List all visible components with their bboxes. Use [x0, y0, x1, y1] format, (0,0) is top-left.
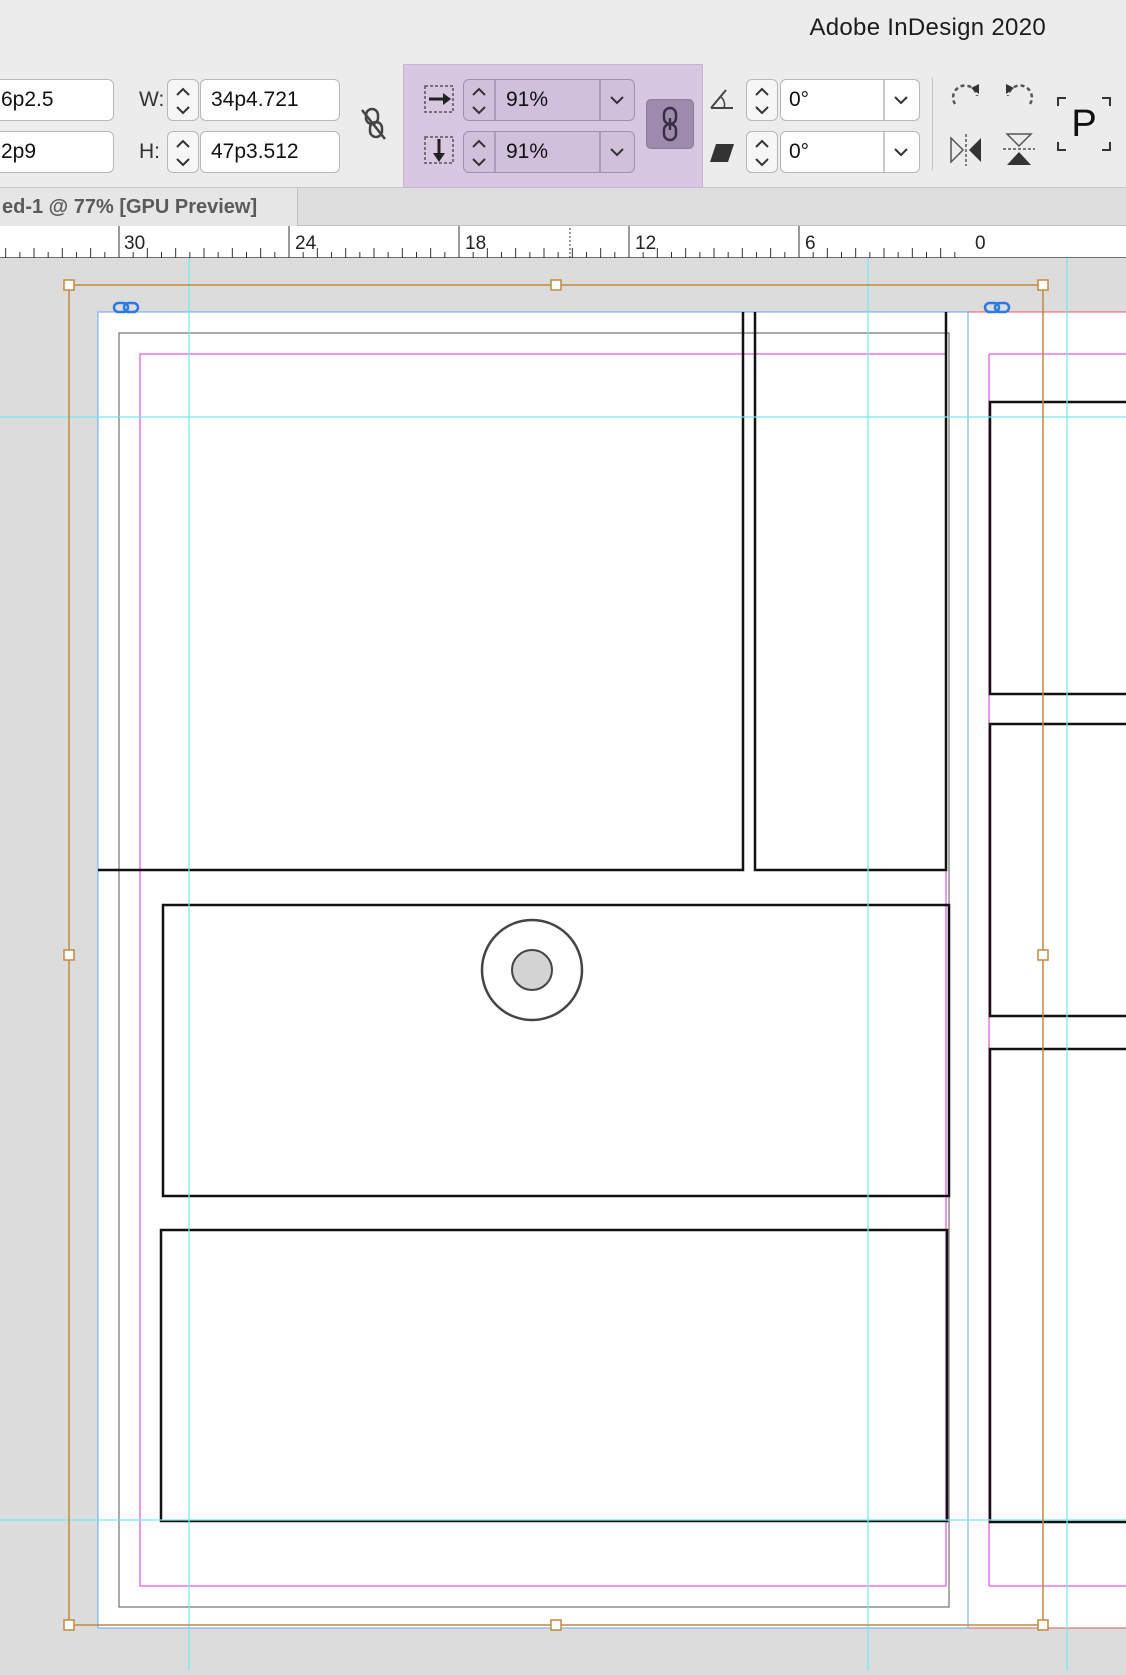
content-grabber-center [511, 949, 553, 991]
selection-handle[interactable] [550, 279, 562, 291]
stepper-arrows-icon [472, 132, 496, 172]
selection-handle[interactable] [1037, 279, 1049, 291]
shear-button [708, 138, 738, 168]
flip-vertical-button[interactable] [1000, 130, 1038, 170]
chevron-down-icon[interactable] [599, 80, 635, 120]
scale-y-button[interactable] [423, 133, 457, 169]
rotate-clockwise-icon [951, 84, 979, 105]
scale-y-icon [424, 136, 454, 164]
selection-handle[interactable] [63, 1619, 75, 1631]
flip-horizontal-icon [950, 134, 981, 166]
shear-icon [710, 144, 734, 162]
document-tab[interactable]: ed-1 @ 77% [GPU Preview] [0, 188, 298, 226]
app-title: Adobe InDesign 2020 [809, 14, 1046, 41]
frame-link-icon[interactable] [112, 301, 140, 314]
chevron-down-icon[interactable] [883, 80, 919, 120]
rotate-angle-button [708, 84, 738, 114]
height-field[interactable]: 47p3.512 [200, 131, 340, 173]
rotate-counterclockwise-button[interactable] [1000, 78, 1038, 118]
frame-link-icon[interactable] [983, 301, 1011, 314]
scale-x-icon [424, 85, 454, 113]
selection-handle[interactable] [1037, 949, 1049, 961]
ruler-marks: 30 24 18 12 6 0 [5, 226, 986, 258]
shear-value: 0° [789, 140, 810, 163]
shear-field[interactable]: 0° [780, 131, 920, 173]
panel-separator [932, 78, 933, 170]
selection-handle[interactable] [63, 279, 75, 291]
rotate-counterclockwise-icon [1006, 84, 1034, 105]
stepper-arrows-icon [176, 139, 190, 167]
height-label: H: [139, 140, 160, 163]
scale-y-value: 91% [506, 140, 549, 163]
pasteboard[interactable] [0, 258, 1126, 1670]
height-stepper[interactable] [167, 131, 199, 173]
x-position-field[interactable]: 6p2.5 [0, 79, 114, 121]
chevron-down-icon[interactable] [883, 132, 919, 172]
stepper-arrows-icon [755, 87, 769, 115]
rotate-angle-icon [710, 89, 733, 109]
rotation-value: 0° [789, 88, 810, 111]
flip-horizontal-button[interactable] [947, 130, 985, 170]
constrain-unlinked-icon [361, 107, 386, 140]
type-on-path-icon: P [1057, 97, 1111, 151]
constrain-scale-link-icon [662, 106, 678, 142]
type-on-path-button[interactable]: P [1056, 96, 1112, 152]
stepper-arrows-icon [176, 87, 190, 115]
constrain-proportions-button[interactable] [358, 104, 388, 144]
selection-handle[interactable] [550, 1619, 562, 1631]
constrain-scale-link-button[interactable] [646, 99, 694, 149]
ruler-label: 12 [635, 233, 656, 254]
stepper-arrows-icon [472, 80, 496, 120]
ruler-label: 6 [805, 233, 816, 254]
ruler-label: 24 [295, 233, 317, 254]
horizontal-ruler[interactable]: 30 24 18 12 6 0 [0, 226, 1126, 258]
page [968, 312, 1126, 1628]
shear-stepper[interactable] [746, 131, 778, 173]
type-glyph: P [1071, 103, 1096, 145]
stepper-arrows-icon [755, 139, 769, 167]
scale-x-field[interactable]: 91% [463, 79, 635, 121]
y-position-field[interactable]: 2p9 [0, 131, 114, 173]
width-field[interactable]: 34p4.721 [200, 79, 340, 121]
width-label: W: [139, 88, 165, 111]
scale-x-button[interactable] [423, 82, 457, 118]
scale-y-field[interactable]: 91% [463, 131, 635, 173]
rotation-field[interactable]: 0° [780, 79, 920, 121]
selection-handle[interactable] [63, 949, 75, 961]
canvas [0, 258, 1126, 1670]
scale-x-value: 91% [506, 88, 549, 111]
flip-vertical-icon [1003, 133, 1035, 165]
selection-handle[interactable] [1037, 1619, 1049, 1631]
ruler-label: 18 [465, 233, 486, 254]
chevron-down-icon[interactable] [599, 132, 635, 172]
ruler-label: 0 [975, 233, 986, 254]
ruler-label: 30 [124, 233, 145, 254]
rotate-clockwise-button[interactable] [947, 78, 985, 118]
width-stepper[interactable] [167, 79, 199, 121]
rotation-stepper[interactable] [746, 79, 778, 121]
